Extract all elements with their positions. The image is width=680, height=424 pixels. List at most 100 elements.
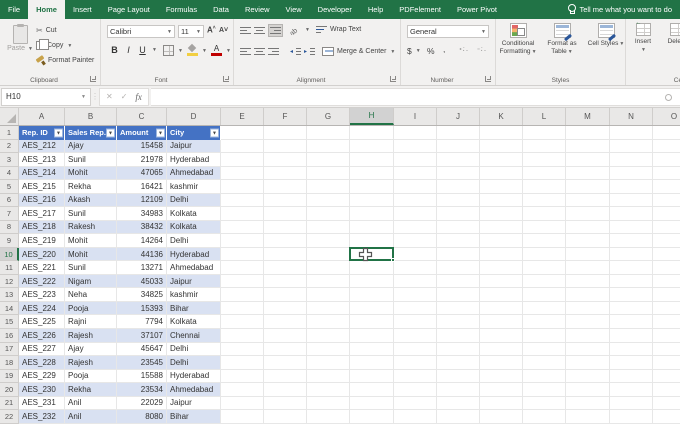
cell-C1[interactable]: Amount▼ bbox=[117, 126, 167, 140]
bold-button[interactable]: B bbox=[109, 45, 120, 55]
cell-G7[interactable] bbox=[307, 207, 350, 221]
clipboard-dialog-launcher[interactable] bbox=[90, 76, 96, 82]
cell-G20[interactable] bbox=[307, 383, 350, 397]
cell-M7[interactable] bbox=[566, 207, 610, 221]
cell-G12[interactable] bbox=[307, 275, 350, 289]
decrease-decimal-button[interactable]: ⁻٠̇٠ bbox=[477, 47, 487, 54]
cell-I7[interactable] bbox=[394, 207, 437, 221]
cell-E21[interactable] bbox=[221, 397, 264, 411]
cell-M17[interactable] bbox=[566, 343, 610, 357]
cell-B20[interactable]: Rekha bbox=[65, 383, 117, 397]
cell-G11[interactable] bbox=[307, 261, 350, 275]
cell-N21[interactable] bbox=[610, 397, 653, 411]
cell-H6[interactable] bbox=[350, 194, 394, 208]
cell-L3[interactable] bbox=[523, 153, 566, 167]
cell-F1[interactable] bbox=[264, 126, 307, 140]
cell-D11[interactable]: Ahmedabad bbox=[167, 261, 221, 275]
cell-A1[interactable]: Rep. ID▼ bbox=[19, 126, 65, 140]
row-header-10[interactable]: 10 bbox=[0, 248, 19, 262]
cell-F2[interactable] bbox=[264, 140, 307, 154]
cell-D13[interactable]: kashmir bbox=[167, 288, 221, 302]
cell-A4[interactable]: AES_214 bbox=[19, 167, 65, 181]
cell-B1[interactable]: Sales Rep.▼ bbox=[65, 126, 117, 140]
cell-B9[interactable]: Mohit bbox=[65, 234, 117, 248]
cell-O18[interactable] bbox=[653, 356, 680, 370]
cell-O11[interactable] bbox=[653, 261, 680, 275]
fill-color-button[interactable]: ▼ bbox=[187, 45, 207, 56]
cell-L13[interactable] bbox=[523, 288, 566, 302]
cell-H2[interactable] bbox=[350, 140, 394, 154]
row-header-2[interactable]: 2 bbox=[0, 140, 19, 154]
cell-M14[interactable] bbox=[566, 302, 610, 316]
filter-dropdown-icon[interactable]: ▼ bbox=[210, 128, 219, 137]
cell-O21[interactable] bbox=[653, 397, 680, 411]
cell-O10[interactable] bbox=[653, 248, 680, 262]
font-name-combo[interactable]: Calibri ▼ bbox=[107, 25, 175, 38]
format-painter-button[interactable]: Format Painter bbox=[36, 56, 94, 65]
cell-G4[interactable] bbox=[307, 167, 350, 181]
cell-L2[interactable] bbox=[523, 140, 566, 154]
cell-E1[interactable] bbox=[221, 126, 264, 140]
cell-L19[interactable] bbox=[523, 370, 566, 384]
cell-K17[interactable] bbox=[480, 343, 523, 357]
cell-B7[interactable]: Sunil bbox=[65, 207, 117, 221]
underline-button[interactable]: U▼ bbox=[137, 45, 157, 55]
cell-F20[interactable] bbox=[264, 383, 307, 397]
cell-K3[interactable] bbox=[480, 153, 523, 167]
formula-bar-expand-icon[interactable] bbox=[665, 94, 672, 101]
cell-K11[interactable] bbox=[480, 261, 523, 275]
cell-E4[interactable] bbox=[221, 167, 264, 181]
cell-D21[interactable]: Jaipur bbox=[167, 397, 221, 411]
cell-A2[interactable]: AES_212 bbox=[19, 140, 65, 154]
cell-H14[interactable] bbox=[350, 302, 394, 316]
cell-O19[interactable] bbox=[653, 370, 680, 384]
cell-D20[interactable]: Ahmedabad bbox=[167, 383, 221, 397]
cell-K16[interactable] bbox=[480, 329, 523, 343]
cell-D10[interactable]: Hyderabad bbox=[167, 248, 221, 262]
cell-K9[interactable] bbox=[480, 234, 523, 248]
cell-H5[interactable] bbox=[350, 180, 394, 194]
cell-L18[interactable] bbox=[523, 356, 566, 370]
row-header-18[interactable]: 18 bbox=[0, 356, 19, 370]
cell-A22[interactable]: AES_232 bbox=[19, 410, 65, 424]
cell-J4[interactable] bbox=[437, 167, 480, 181]
cell-C12[interactable]: 45033 bbox=[117, 275, 167, 289]
cell-D15[interactable]: Kolkata bbox=[167, 315, 221, 329]
cell-L14[interactable] bbox=[523, 302, 566, 316]
cell-G1[interactable] bbox=[307, 126, 350, 140]
cell-N5[interactable] bbox=[610, 180, 653, 194]
cell-O20[interactable] bbox=[653, 383, 680, 397]
cell-G6[interactable] bbox=[307, 194, 350, 208]
cell-N14[interactable] bbox=[610, 302, 653, 316]
cell-B8[interactable]: Rakesh bbox=[65, 221, 117, 235]
cell-B12[interactable]: Nigam bbox=[65, 275, 117, 289]
cell-O6[interactable] bbox=[653, 194, 680, 208]
cell-L8[interactable] bbox=[523, 221, 566, 235]
cell-O1[interactable] bbox=[653, 126, 680, 140]
cell-H4[interactable] bbox=[350, 167, 394, 181]
cell-I16[interactable] bbox=[394, 329, 437, 343]
cell-O16[interactable] bbox=[653, 329, 680, 343]
tab-help[interactable]: Help bbox=[360, 0, 391, 19]
cell-I22[interactable] bbox=[394, 410, 437, 424]
tab-file[interactable]: File bbox=[0, 0, 28, 19]
cell-B2[interactable]: Ajay bbox=[65, 140, 117, 154]
cell-L5[interactable] bbox=[523, 180, 566, 194]
cell-A9[interactable]: AES_219 bbox=[19, 234, 65, 248]
filter-dropdown-icon[interactable]: ▼ bbox=[54, 128, 63, 137]
cell-J19[interactable] bbox=[437, 370, 480, 384]
row-header-20[interactable]: 20 bbox=[0, 383, 19, 397]
column-header-K[interactable]: K bbox=[480, 108, 523, 125]
cell-N4[interactable] bbox=[610, 167, 653, 181]
tab-page-layout[interactable]: Page Layout bbox=[100, 0, 158, 19]
cell-G8[interactable] bbox=[307, 221, 350, 235]
cell-F15[interactable] bbox=[264, 315, 307, 329]
cell-I21[interactable] bbox=[394, 397, 437, 411]
cell-B21[interactable]: Anil bbox=[65, 397, 117, 411]
column-header-J[interactable]: J bbox=[437, 108, 480, 125]
delete-cells-button[interactable]: Delete bbox=[662, 22, 680, 46]
cell-H7[interactable] bbox=[350, 207, 394, 221]
cell-H19[interactable] bbox=[350, 370, 394, 384]
row-header-6[interactable]: 6 bbox=[0, 194, 19, 208]
cell-J2[interactable] bbox=[437, 140, 480, 154]
